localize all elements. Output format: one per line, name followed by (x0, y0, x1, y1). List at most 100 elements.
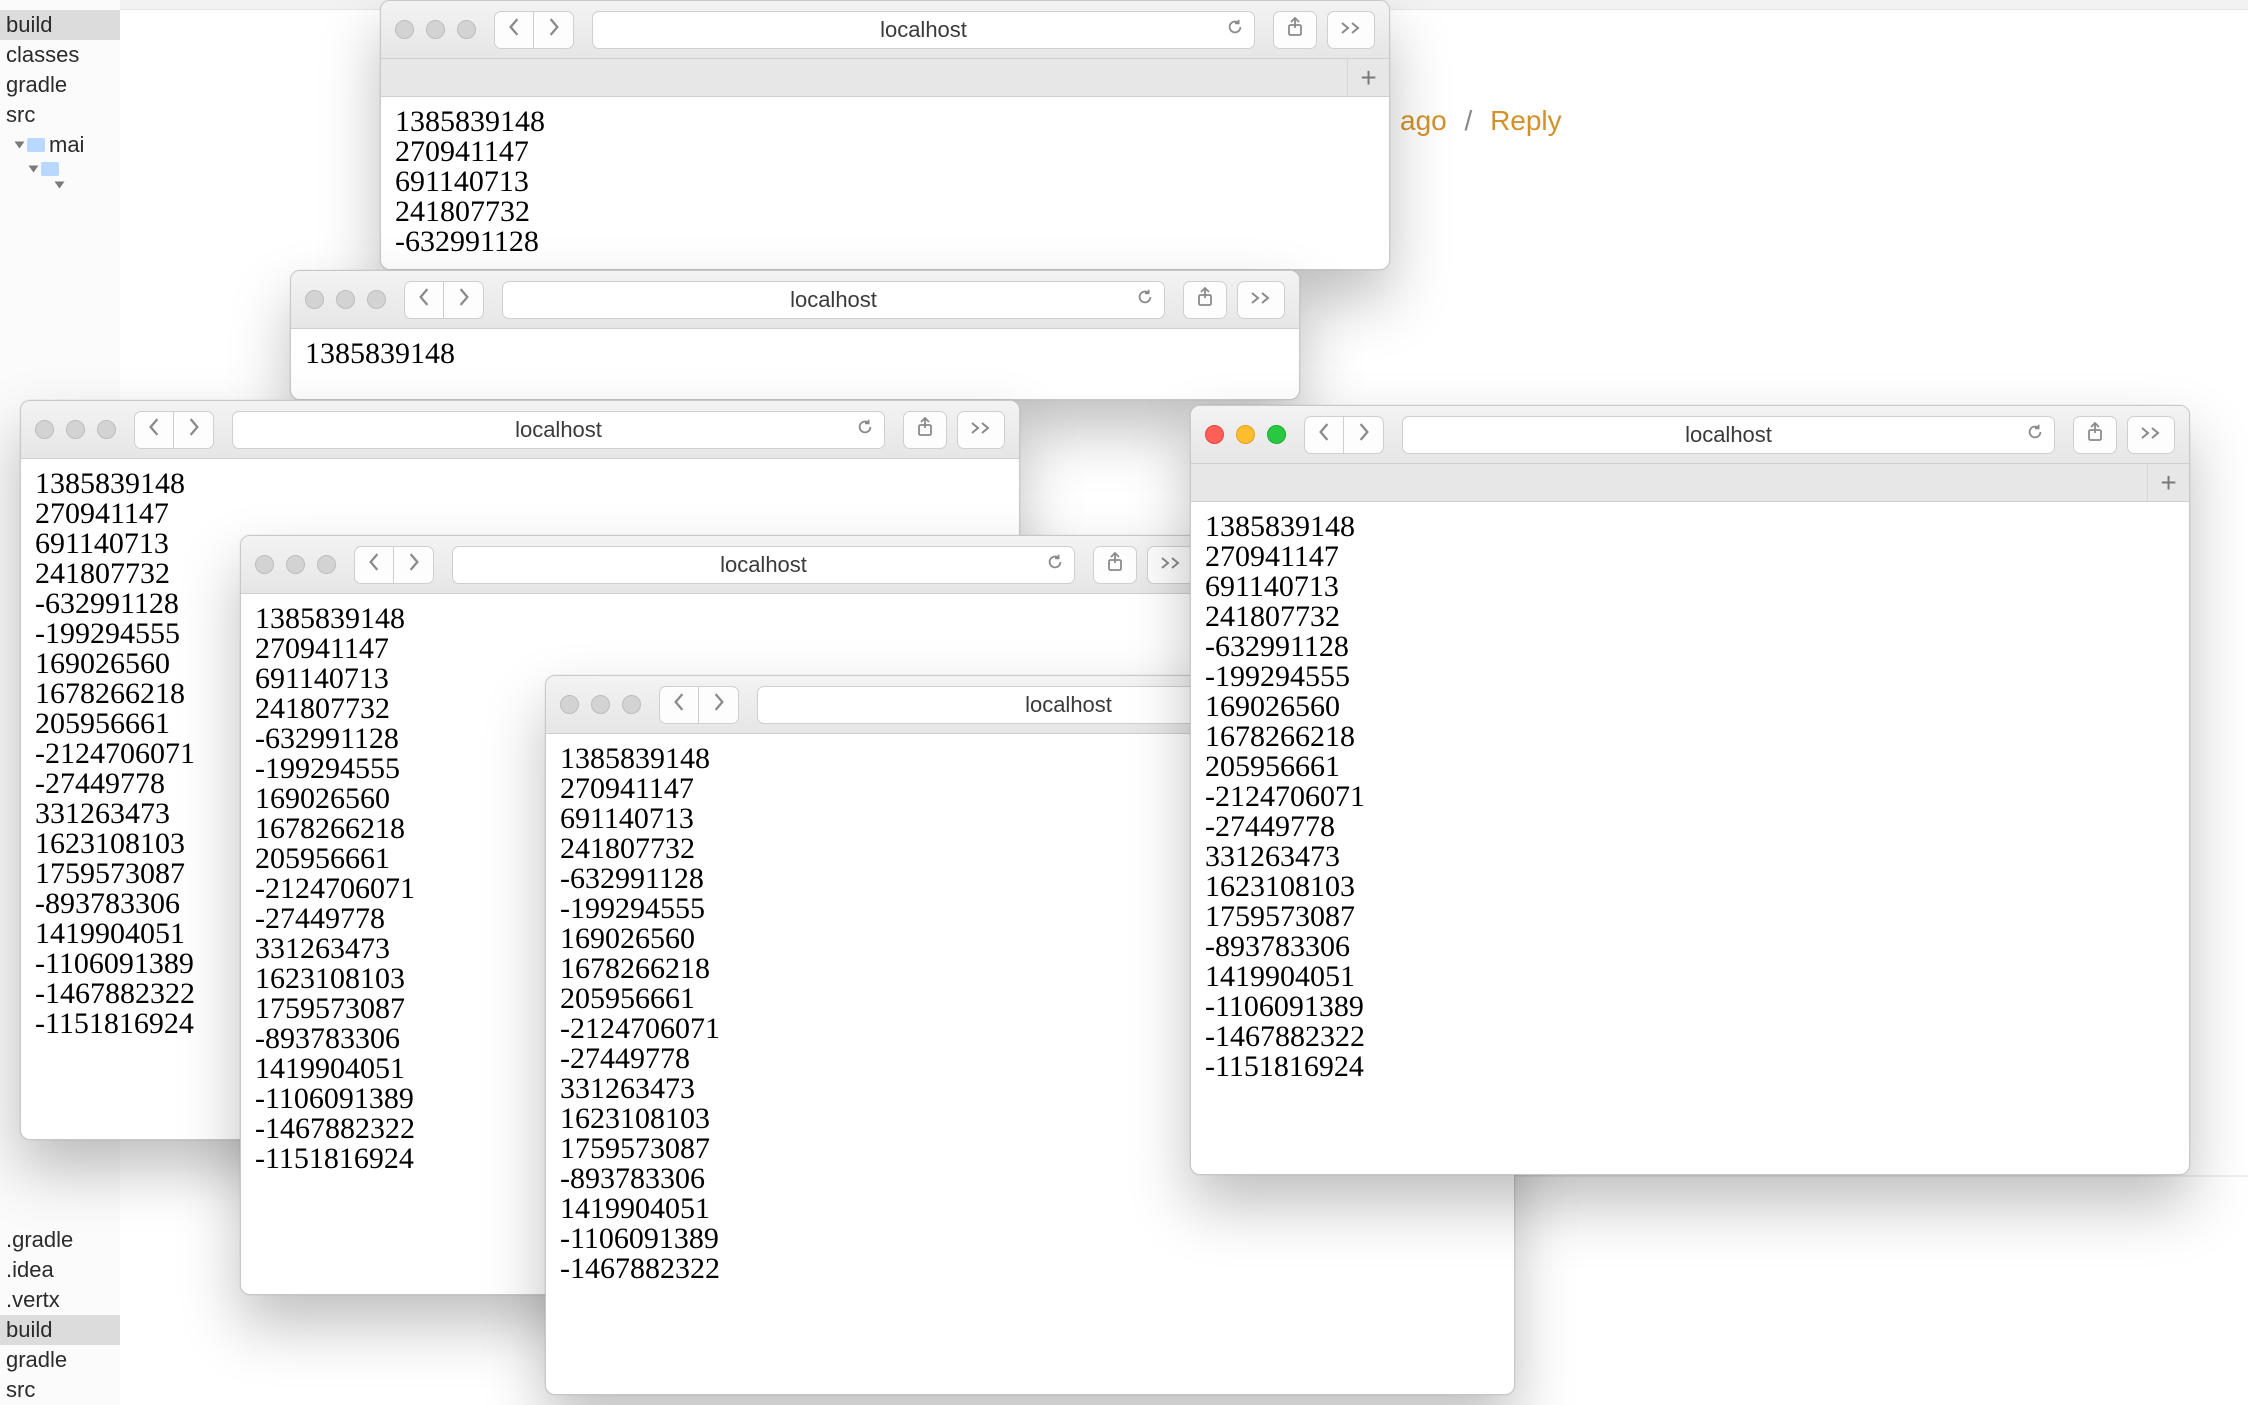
forward-button[interactable] (444, 281, 484, 319)
close-button[interactable] (1205, 425, 1224, 444)
tree-item[interactable]: build (0, 10, 120, 40)
back-button[interactable] (134, 411, 174, 449)
address-bar[interactable]: localhost (1402, 416, 2055, 454)
chevron-left-icon (1317, 423, 1331, 447)
tree-label: gradle (6, 72, 67, 98)
reload-icon[interactable] (1136, 288, 1154, 312)
traffic-lights (255, 555, 336, 574)
nav-buttons (134, 411, 214, 449)
tree-label: .idea (6, 1257, 54, 1283)
address-text: localhost (720, 552, 807, 578)
back-button[interactable] (494, 11, 534, 49)
tree-item[interactable]: mai (0, 130, 120, 160)
reload-icon[interactable] (856, 418, 874, 442)
traffic-lights (305, 290, 386, 309)
share-icon (1196, 287, 1214, 313)
window-titlebar[interactable]: localhost (241, 536, 1209, 594)
disclosure-icon (29, 166, 39, 173)
forward-button[interactable] (534, 11, 574, 49)
window-titlebar[interactable]: localhost (1191, 406, 2189, 464)
minimize-button[interactable] (336, 290, 355, 309)
nav-buttons (494, 11, 574, 49)
reload-icon[interactable] (1046, 553, 1064, 577)
zoom-button[interactable] (622, 695, 641, 714)
nav-buttons (1304, 416, 1384, 454)
traffic-lights (395, 20, 476, 39)
tree-label: mai (49, 132, 84, 158)
tree-label: build (6, 12, 52, 38)
share-button[interactable] (1183, 281, 1227, 319)
close-button[interactable] (395, 20, 414, 39)
tabs-overflow-button[interactable] (957, 411, 1005, 449)
new-tab-button[interactable]: + (1347, 59, 1389, 96)
share-icon (1106, 552, 1124, 578)
window-titlebar[interactable]: localhost (21, 401, 1019, 459)
chevron-left-icon (507, 18, 521, 42)
window-titlebar[interactable]: localhost (291, 271, 1299, 329)
reply-link[interactable]: Reply (1490, 105, 1562, 136)
zoom-button[interactable] (457, 20, 476, 39)
forward-button[interactable] (699, 686, 739, 724)
back-button[interactable] (404, 281, 444, 319)
chevrons-right-icon (1250, 288, 1272, 311)
new-tab-button[interactable]: + (2147, 464, 2189, 501)
share-button[interactable] (1093, 546, 1137, 584)
minimize-button[interactable] (1236, 425, 1255, 444)
share-icon (1286, 17, 1304, 43)
tree-item[interactable] (0, 178, 120, 192)
tree-item[interactable]: .idea (0, 1255, 120, 1285)
address-bar[interactable]: localhost (502, 281, 1165, 319)
tree-item[interactable]: .gradle (0, 1225, 120, 1255)
tree-item[interactable]: gradle (0, 70, 120, 100)
back-button[interactable] (1304, 416, 1344, 454)
tree-item[interactable]: gradle (0, 1345, 120, 1375)
tabs-overflow-button[interactable] (1237, 281, 1285, 319)
zoom-button[interactable] (367, 290, 386, 309)
chevrons-right-icon (970, 418, 992, 441)
tabs-overflow-button[interactable] (1327, 11, 1375, 49)
tabs-overflow-button[interactable] (1147, 546, 1195, 584)
tree-item[interactable] (0, 160, 120, 178)
share-button[interactable] (1273, 11, 1317, 49)
reload-icon[interactable] (1226, 18, 1244, 42)
tree-item[interactable]: .vertx (0, 1285, 120, 1315)
share-button[interactable] (2073, 416, 2117, 454)
safari-window: localhost1385839148 (290, 270, 1300, 400)
tree-item[interactable]: src (0, 1375, 120, 1405)
close-button[interactable] (255, 555, 274, 574)
share-button[interactable] (903, 411, 947, 449)
zoom-button[interactable] (1267, 425, 1286, 444)
back-button[interactable] (354, 546, 394, 584)
chevron-left-icon (367, 553, 381, 577)
tabs-overflow-button[interactable] (2127, 416, 2175, 454)
close-button[interactable] (305, 290, 324, 309)
tree-label: src (6, 102, 35, 128)
disclosure-icon (15, 142, 25, 149)
address-bar[interactable]: localhost (592, 11, 1255, 49)
zoom-button[interactable] (317, 555, 336, 574)
address-bar[interactable]: localhost (232, 411, 885, 449)
minimize-button[interactable] (591, 695, 610, 714)
forward-button[interactable] (1344, 416, 1384, 454)
chevrons-right-icon (1340, 18, 1362, 41)
forward-button[interactable] (394, 546, 434, 584)
chevron-right-icon (712, 693, 726, 717)
minimize-button[interactable] (66, 420, 85, 439)
window-titlebar[interactable]: localhost (381, 1, 1389, 59)
reload-icon[interactable] (2026, 423, 2044, 447)
tree-item[interactable]: classes (0, 40, 120, 70)
folder-icon (41, 162, 59, 176)
back-button[interactable] (659, 686, 699, 724)
timestamp-link[interactable]: ago (1400, 105, 1447, 136)
chevron-left-icon (147, 418, 161, 442)
zoom-button[interactable] (97, 420, 116, 439)
address-bar[interactable]: localhost (452, 546, 1075, 584)
address-text: localhost (515, 417, 602, 443)
minimize-button[interactable] (286, 555, 305, 574)
tree-item[interactable]: build (0, 1315, 120, 1345)
minimize-button[interactable] (426, 20, 445, 39)
tree-item[interactable]: src (0, 100, 120, 130)
close-button[interactable] (560, 695, 579, 714)
close-button[interactable] (35, 420, 54, 439)
forward-button[interactable] (174, 411, 214, 449)
